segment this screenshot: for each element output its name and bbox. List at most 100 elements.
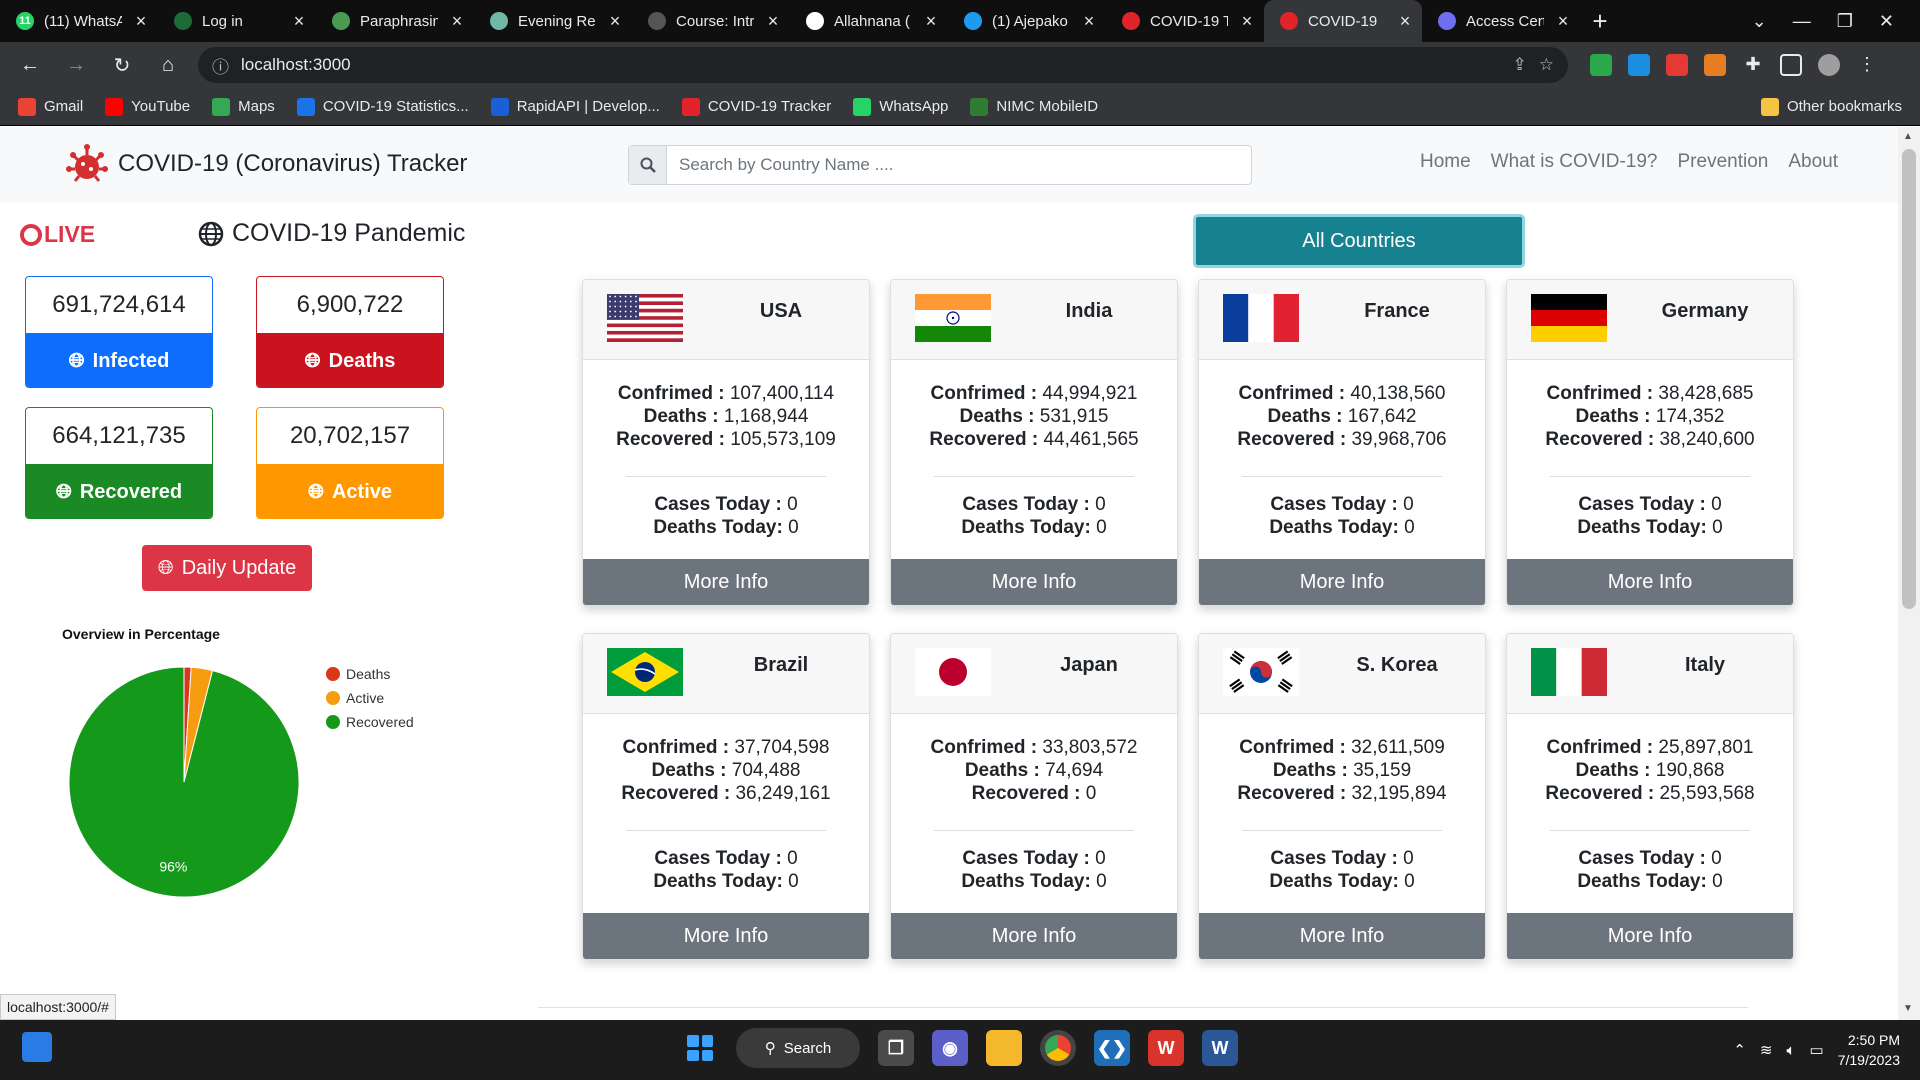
scroll-up-icon[interactable]: ▲	[1903, 131, 1913, 142]
tab-close-icon[interactable]: ×	[132, 11, 150, 32]
browser-tab[interactable]: 11 (11) WhatsA ×	[0, 0, 158, 42]
tab-close-icon[interactable]: ×	[290, 11, 308, 32]
address-bar[interactable]: ⓘ localhost:3000 ⇪ ☆	[198, 47, 1568, 83]
bookmark-item[interactable]: NIMC MobileID	[970, 97, 1098, 116]
tab-close-icon[interactable]: ×	[448, 11, 466, 32]
file-explorer-icon[interactable]	[986, 1030, 1022, 1066]
browser-tab[interactable]: COVID-19 ×	[1264, 0, 1422, 42]
share-icon[interactable]: ⇪	[1513, 55, 1527, 75]
tab-close-icon[interactable]: ×	[1080, 11, 1098, 32]
browser-tab[interactable]: Allahnana (×	[790, 0, 948, 42]
search-input[interactable]: Search by Country Name ....	[667, 146, 1251, 184]
show-hidden-icons[interactable]: ⌃	[1733, 1041, 1746, 1059]
more-info-button[interactable]: More Info	[891, 913, 1177, 959]
legend-item[interactable]: Deaths	[326, 662, 414, 686]
deaths-today-row: Deaths Today: 0	[961, 871, 1107, 892]
teams-chat-icon[interactable]: ◉	[932, 1030, 968, 1066]
battery-icon[interactable]: ▭	[1810, 1041, 1824, 1059]
legend-item[interactable]: Recovered	[326, 710, 414, 734]
more-info-button[interactable]: More Info	[1199, 559, 1485, 605]
tab-close-icon[interactable]: ×	[1396, 11, 1414, 32]
wps-office-icon[interactable]: W	[1148, 1030, 1184, 1066]
more-info-button[interactable]: More Info	[1507, 559, 1793, 605]
browser-tab[interactable]: Course: Intr ×	[632, 0, 790, 42]
cases-today-value: 0	[1403, 494, 1414, 515]
scroll-thumb[interactable]	[1902, 149, 1916, 609]
bookmark-item[interactable]: COVID-19 Tracker	[681, 97, 831, 116]
minimize-button[interactable]: —	[1793, 11, 1811, 32]
page-scrollbar[interactable]: ▲ ▼	[1898, 127, 1920, 1020]
more-info-button[interactable]: More Info	[583, 913, 869, 959]
browser-toolbar: ← → ↻ ⌂ ⓘ localhost:3000 ⇪ ☆ ✚ ⋮	[0, 42, 1920, 88]
task-view-icon[interactable]: ❐	[878, 1030, 914, 1066]
stat-active-value: 20,702,157	[289, 422, 411, 449]
more-info-button[interactable]: More Info	[891, 559, 1177, 605]
nav-link-what-is-covid[interactable]: What is COVID-19?	[1491, 151, 1658, 173]
tab-close-icon[interactable]: ×	[1238, 11, 1256, 32]
recovered-label: Recovered	[616, 429, 714, 450]
start-button[interactable]	[682, 1030, 718, 1066]
vscode-icon[interactable]: ❮❯	[1094, 1030, 1130, 1066]
more-info-button[interactable]: More Info	[1507, 913, 1793, 959]
extension-icon[interactable]	[1628, 54, 1650, 76]
word-icon[interactable]: W	[1202, 1030, 1238, 1066]
cases-today-value: 0	[1095, 494, 1106, 515]
daily-update-button[interactable]: 🌐︎ Daily Update	[142, 545, 312, 591]
browser-tab[interactable]: Log in ×	[158, 0, 316, 42]
more-info-button[interactable]: More Info	[583, 559, 869, 605]
country-name: Brazil	[753, 654, 809, 676]
volume-icon[interactable]: 🔈︎	[1787, 1042, 1796, 1059]
bookmark-item[interactable]: COVID-19 Statistics...	[296, 97, 469, 116]
browser-tab[interactable]: COVID-19 T ×	[1106, 0, 1264, 42]
other-bookmarks-folder[interactable]: Other bookmarks	[1760, 97, 1902, 116]
all-countries-button[interactable]: All Countries	[1193, 214, 1525, 268]
tab-close-icon[interactable]: ×	[922, 11, 940, 32]
site-brand[interactable]: COVID-19 (Coronavirus) Tracker	[64, 141, 467, 187]
taskbar-clock[interactable]: 2:50 PM 7/19/2023	[1838, 1030, 1900, 1070]
tab-title: Course: Intr	[676, 12, 754, 30]
extension-icon[interactable]	[1704, 54, 1726, 76]
tab-close-icon[interactable]: ×	[606, 11, 624, 32]
close-window-button[interactable]: ✕	[1879, 11, 1894, 32]
scroll-down-icon[interactable]: ▼	[1903, 1003, 1913, 1014]
back-icon[interactable]: ←	[14, 49, 46, 81]
bookmark-item[interactable]: Maps	[212, 97, 275, 116]
forward-icon[interactable]: →	[60, 49, 92, 81]
tab-close-icon[interactable]: ×	[1554, 11, 1572, 32]
nav-link-prevention[interactable]: Prevention	[1678, 151, 1769, 173]
bookmark-item[interactable]: RapidAPI | Develop...	[490, 97, 660, 116]
new-tab-button[interactable]: +	[1580, 6, 1620, 37]
taskbar-search[interactable]: ⚲ Search	[736, 1028, 860, 1068]
nav-link-about[interactable]: About	[1788, 151, 1838, 173]
bookmark-item[interactable]: Gmail	[18, 97, 83, 116]
home-icon[interactable]: ⌂	[152, 49, 184, 81]
bookmark-star-icon[interactable]: ☆	[1539, 55, 1554, 75]
bookmark-item[interactable]: YouTube	[105, 97, 190, 116]
menu-icon[interactable]: ⋮	[1856, 54, 1878, 76]
url-text[interactable]: localhost:3000	[241, 55, 1501, 75]
tab-close-icon[interactable]: ×	[764, 11, 782, 32]
nav-link-home[interactable]: Home	[1420, 151, 1471, 173]
legend-item[interactable]: Active	[326, 686, 414, 710]
bookmark-label: Maps	[238, 98, 275, 115]
extension-icon[interactable]	[1666, 54, 1688, 76]
browser-tab[interactable]: (1) Ajepako ×	[948, 0, 1106, 42]
browser-tab[interactable]: Evening Rec ×	[474, 0, 632, 42]
tab-search-icon[interactable]: ⌄	[1752, 11, 1767, 32]
extension-icon[interactable]	[1590, 54, 1612, 76]
site-info-icon[interactable]: ⓘ	[212, 53, 229, 78]
side-panel-icon[interactable]	[1780, 54, 1802, 76]
search-icon[interactable]	[629, 146, 667, 184]
bookmark-item[interactable]: WhatsApp	[853, 97, 948, 116]
more-info-button[interactable]: More Info	[1199, 913, 1485, 959]
browser-tab[interactable]: Access Cert ×	[1422, 0, 1580, 42]
wifi-icon[interactable]: ≋	[1760, 1041, 1773, 1059]
maximize-button[interactable]: ❐	[1837, 11, 1853, 32]
widgets-icon[interactable]	[22, 1032, 52, 1062]
extensions-puzzle-icon[interactable]: ✚	[1742, 54, 1764, 76]
chrome-icon[interactable]	[1040, 1030, 1076, 1066]
reload-icon[interactable]: ↻	[106, 49, 138, 81]
deaths-today-label: Deaths Today	[961, 871, 1085, 892]
profile-avatar[interactable]	[1818, 54, 1840, 76]
browser-tab[interactable]: Paraphrasin ×	[316, 0, 474, 42]
